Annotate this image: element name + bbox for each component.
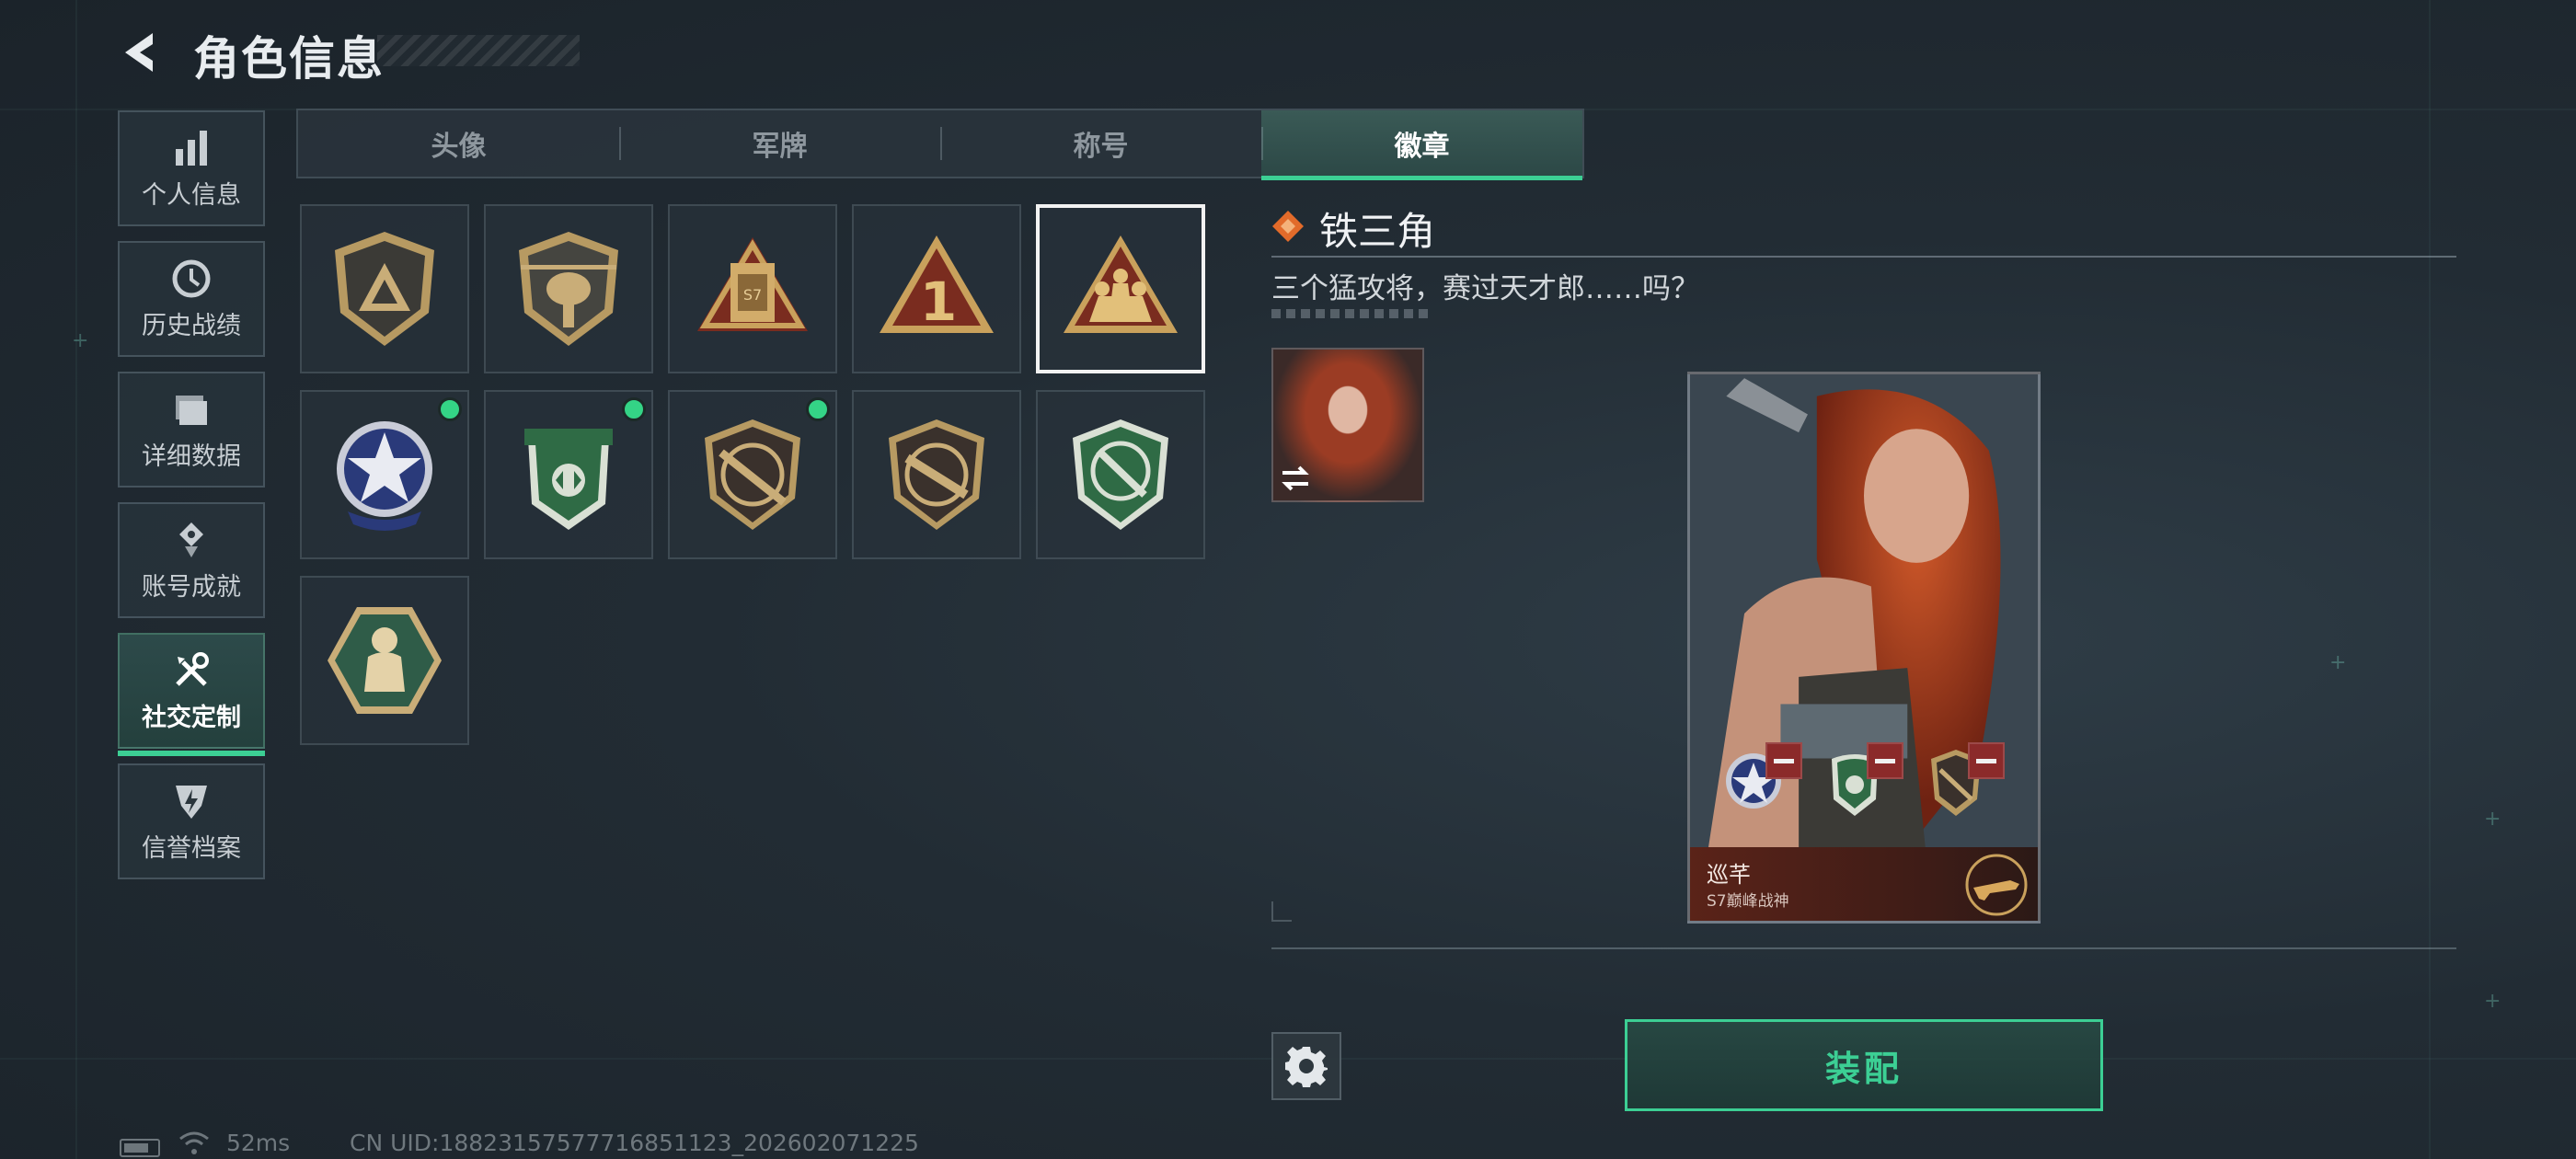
sidebar-item-label: 详细数据 [142,442,241,471]
tools-icon [176,651,209,686]
helicopter-badge-icon [519,232,618,346]
bg-gridline [2429,0,2431,1159]
badge-cell-star-skull[interactable] [300,390,469,559]
player-title: S7巅峰战神 [1707,892,1789,911]
remove-badge-button[interactable] [1765,742,1802,779]
page-title: 角色信息 [193,32,385,86]
tab-avatar[interactable]: 头像 [298,110,619,177]
weapon-emblem-icon [1965,854,2028,916]
sidebar-item-label: 信誉档案 [142,833,241,863]
swap-icon[interactable] [1277,460,1314,497]
player-name: 巡芊 [1707,862,1751,888]
smg-crosshair-badge-icon [889,419,984,530]
badge-cell-helicopter[interactable] [484,204,653,373]
badge-cell-hexagon-soldier[interactable] [300,576,469,745]
equipped-indicator [806,397,830,421]
green-shield-badge-icon [524,429,613,530]
clock-icon [172,259,211,297]
badge-cell-number-one[interactable]: 1 [852,204,1021,373]
knife-crosshair-badge-icon [1073,419,1168,530]
sidebar-item-achievements[interactable]: 账号成就 [118,502,265,618]
sidebar-item-label: 历史战绩 [142,311,241,340]
character-card: 巡芊 S7巅峰战神 [1687,372,2041,924]
hexagon-soldier-badge-icon [328,607,442,714]
back-arrow-icon[interactable] [118,28,164,77]
tab-bar: 头像 军牌 称号 徽章 [296,109,1584,180]
sidebar-item-detailed-data[interactable]: 详细数据 [118,372,265,488]
badge-cell-knife-crosshair[interactable] [1036,390,1205,559]
sidebar-item-credit-record[interactable]: 信誉档案 [118,763,265,879]
tab-badge[interactable]: 徽章 [1261,110,1582,180]
folder-icon [176,395,207,425]
triangle-shield-badge-icon [335,232,434,346]
star-skull-badge-icon [337,421,432,531]
bar-chart-icon [176,130,207,166]
ping-text: 52ms [226,1130,291,1156]
tab-dog-tag[interactable]: 军牌 [619,110,940,177]
tab-title[interactable]: 称号 [940,110,1261,177]
badge-cell-iron-triangle[interactable] [1036,204,1205,373]
equipped-indicator [622,397,646,421]
sidebar-item-history[interactable]: 历史战绩 [118,241,265,357]
divider [1271,256,2456,258]
shield-bolt-icon [176,785,207,819]
bg-gridline [75,0,77,1159]
bg-plus-mark: + [2484,990,2501,1013]
rarity-diamond-icon [1272,211,1304,242]
remove-badge-button[interactable] [1867,742,1903,779]
title-decoration [377,35,580,66]
svg-text:S7: S7 [743,286,762,304]
sidebar-item-label: 账号成就 [142,572,241,602]
badge-cell-s7-crate[interactable]: S7 [668,204,837,373]
battery-icon [120,1139,160,1157]
bg-plus-mark: + [2484,808,2501,831]
s7-crate-badge-icon: S7 [697,237,808,331]
equipped-indicator [438,397,462,421]
uid-text: CN UID:18823157577716851123_202602071225 [350,1130,919,1156]
remove-badge-button[interactable] [1968,742,2005,779]
bg-plus-mark: + [2329,651,2347,674]
badge-cell-smg-crosshair[interactable] [852,390,1021,559]
badge-name: 铁三角 [1319,209,1436,254]
badge-cell-rifle-crosshair[interactable] [668,390,837,559]
settings-button[interactable] [1271,1032,1341,1100]
sidebar-item-label: 社交定制 [142,703,241,732]
achievement-icon [179,522,203,557]
equip-button[interactable]: 装配 [1625,1019,2103,1111]
rifle-crosshair-badge-icon [705,419,800,530]
svg-text:1: 1 [920,270,957,333]
number-one-badge-icon: 1 [880,235,994,333]
blurred-subtext [1271,309,1433,318]
wifi-icon [179,1131,209,1154]
frame-corner [1271,901,1292,922]
sidebar-item-social-custom[interactable]: 社交定制 [118,633,265,756]
divider [1271,947,2456,949]
badge-cell-triangle-shield[interactable] [300,204,469,373]
iron-triangle-badge-icon [1064,235,1178,333]
badge-description: 三个猛攻将，赛过天才郎……吗？ [1271,272,1699,305]
sidebar-item-label: 个人信息 [142,180,241,210]
gear-icon [1285,1047,1328,1087]
card-footer: 巡芊 S7巅峰战神 [1690,847,2038,921]
badge-cell-green-shield[interactable] [484,390,653,559]
bg-plus-mark: + [72,329,89,352]
sidebar-item-personal-info[interactable]: 个人信息 [118,110,265,226]
